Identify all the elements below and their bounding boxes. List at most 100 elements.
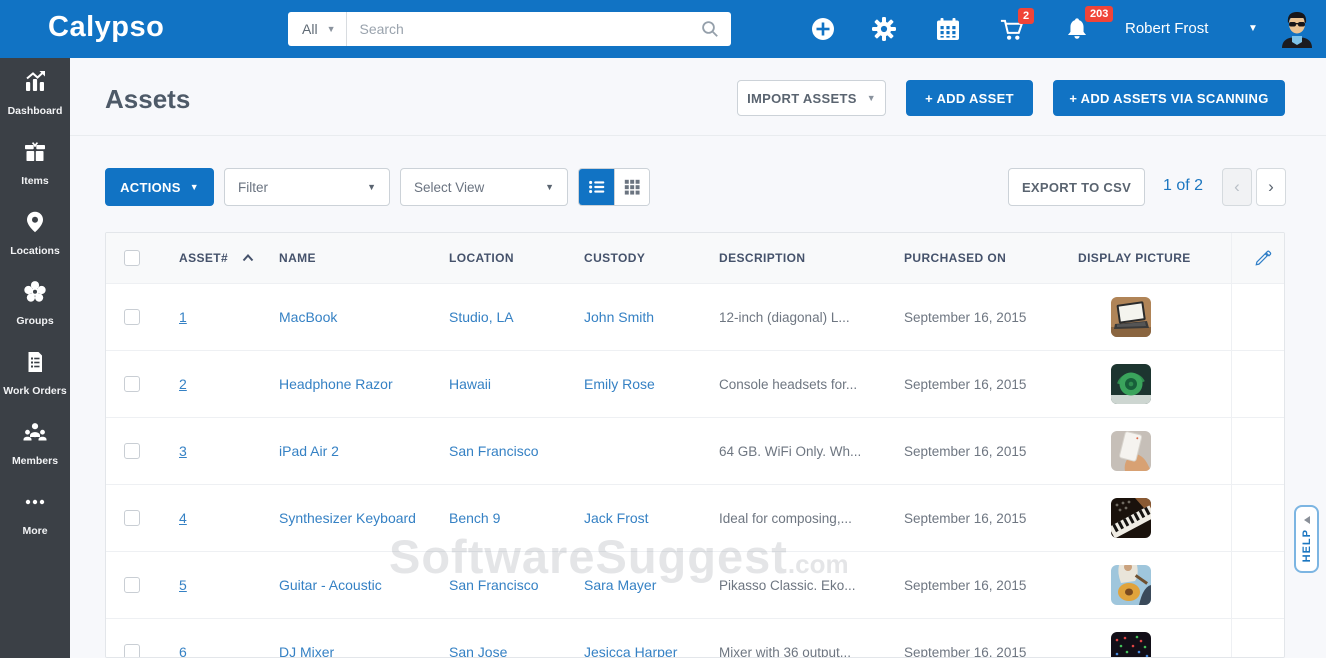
location-link[interactable]: San Francisco xyxy=(449,577,538,593)
import-assets-label: IMPORT ASSETS xyxy=(747,91,857,106)
asset-name-link[interactable]: Synthesizer Keyboard xyxy=(279,510,416,526)
column-header-asset-no[interactable]: ASSET# xyxy=(179,251,228,265)
avatar[interactable] xyxy=(1278,10,1316,48)
asset-no-link[interactable]: 1 xyxy=(179,309,187,325)
cell-checkbox xyxy=(106,376,161,392)
chevron-down-icon: ▼ xyxy=(545,182,554,192)
headphones-photo[interactable] xyxy=(1111,364,1151,404)
custody-link[interactable]: Emily Rose xyxy=(584,376,655,392)
cell-actions-spacer xyxy=(1231,619,1285,658)
cell-location: San Francisco xyxy=(441,577,576,593)
cell-purchased-on: September 16, 2015 xyxy=(896,444,1066,459)
sidebar-item-members[interactable]: Members xyxy=(0,408,70,478)
row-checkbox[interactable] xyxy=(124,443,140,459)
column-header-description[interactable]: DESCRIPTION xyxy=(719,251,805,265)
location-link[interactable]: San Jose xyxy=(449,644,507,658)
sort-asc-icon[interactable] xyxy=(242,249,254,267)
row-checkbox[interactable] xyxy=(124,309,140,325)
asset-no-link[interactable]: 3 xyxy=(179,443,187,459)
column-header-custody[interactable]: CUSTODY xyxy=(584,251,645,265)
location-link[interactable]: Bench 9 xyxy=(449,510,500,526)
guitar-photo[interactable] xyxy=(1111,565,1151,605)
user-menu[interactable]: Robert Frost xyxy=(1125,20,1208,37)
gear-icon[interactable] xyxy=(871,16,897,42)
purchased-on-text: September 16, 2015 xyxy=(904,645,1026,658)
cell-name: Headphone Razor xyxy=(271,376,441,392)
synthesizer-photo[interactable] xyxy=(1111,498,1151,538)
location-link[interactable]: Studio, LA xyxy=(449,309,514,325)
select-view-label: Select View xyxy=(414,180,484,195)
asset-name-link[interactable]: MacBook xyxy=(279,309,337,325)
cell-name: DJ Mixer xyxy=(271,644,441,658)
search-category-dropdown[interactable]: All ▼ xyxy=(288,21,346,37)
cell-checkbox xyxy=(106,309,161,325)
cell-description: Mixer with 36 output... xyxy=(711,645,896,658)
calendar-icon[interactable] xyxy=(935,16,961,42)
list-view-toggle[interactable] xyxy=(579,169,614,205)
search-input[interactable] xyxy=(347,21,701,37)
asset-name-link[interactable]: DJ Mixer xyxy=(279,644,334,658)
custody-link[interactable]: Jack Frost xyxy=(584,510,649,526)
asset-no-link[interactable]: 5 xyxy=(179,577,187,593)
sidebar: DashboardItems Locations GroupsWork Orders… xyxy=(0,58,70,658)
column-header-purchased-on[interactable]: PURCHASED ON xyxy=(904,251,1006,265)
assets-table-body: 1MacBookStudio, LAJohn Smith12-inch (dia… xyxy=(106,283,1284,658)
asset-no-link[interactable]: 4 xyxy=(179,510,187,526)
filter-dropdown[interactable]: Filter ▼ xyxy=(224,168,390,206)
actions-button[interactable]: ACTIONS ▼ xyxy=(105,168,214,206)
cell-actions-spacer xyxy=(1231,351,1285,417)
location-link[interactable]: San Francisco xyxy=(449,443,538,459)
select-view-dropdown[interactable]: Select View ▼ xyxy=(400,168,568,206)
select-all-checkbox[interactable] xyxy=(124,250,140,266)
next-page-button[interactable]: › xyxy=(1256,168,1286,206)
pagination-label: 1 of 2 xyxy=(1163,177,1203,195)
help-tab[interactable]: HELP xyxy=(1294,505,1319,573)
search-icon[interactable] xyxy=(701,20,719,38)
add-assets-via-scanning-button[interactable]: + ADD ASSETS VIA SCANNING xyxy=(1053,80,1285,116)
column-header-display-picture[interactable]: DISPLAY PICTURE xyxy=(1078,251,1191,265)
custody-link[interactable]: John Smith xyxy=(584,309,654,325)
asset-name-link[interactable]: Guitar - Acoustic xyxy=(279,577,382,593)
edit-columns-icon[interactable] xyxy=(1231,233,1285,283)
cell-display-picture xyxy=(1066,498,1231,538)
export-to-csv-button[interactable]: EXPORT TO CSV xyxy=(1008,168,1145,206)
sidebar-item-work-orders[interactable]: Work Orders xyxy=(0,338,70,408)
custody-link[interactable]: Sara Mayer xyxy=(584,577,656,593)
dashboard-icon xyxy=(23,70,47,99)
grid-view-toggle[interactable] xyxy=(614,169,649,205)
row-checkbox[interactable] xyxy=(124,376,140,392)
sidebar-item-more[interactable]: More xyxy=(0,478,70,548)
row-checkbox[interactable] xyxy=(124,644,140,658)
chevron-down-icon[interactable]: ▼ xyxy=(1248,23,1258,34)
asset-name-link[interactable]: Headphone Razor xyxy=(279,376,393,392)
djmixer-photo[interactable] xyxy=(1111,632,1151,658)
cell-actions-spacer xyxy=(1231,284,1285,350)
sidebar-item-dashboard[interactable]: Dashboard xyxy=(0,58,70,128)
app-logo[interactable]: Calypso xyxy=(48,11,164,44)
column-header-name[interactable]: NAME xyxy=(279,251,316,265)
sidebar-item-groups[interactable]: Groups xyxy=(0,268,70,338)
column-header-location[interactable]: LOCATION xyxy=(449,251,514,265)
custody-link[interactable]: Jesicca Harper xyxy=(584,644,677,658)
add-asset-button[interactable]: + ADD ASSET xyxy=(906,80,1033,116)
asset-no-link[interactable]: 2 xyxy=(179,376,187,392)
sidebar-item-items[interactable]: Items xyxy=(0,128,70,198)
cell-asset-no: 5 xyxy=(161,577,271,593)
previous-page-button[interactable]: ‹ xyxy=(1222,168,1252,206)
asset-no-link[interactable]: 6 xyxy=(179,644,187,658)
ipad-photo[interactable] xyxy=(1111,431,1151,471)
row-checkbox[interactable] xyxy=(124,510,140,526)
import-assets-button[interactable]: IMPORT ASSETS ▼ xyxy=(737,80,886,116)
row-checkbox[interactable] xyxy=(124,577,140,593)
location-link[interactable]: Hawaii xyxy=(449,376,491,392)
description-text: Mixer with 36 output... xyxy=(719,645,851,658)
table-row: 2Headphone RazorHawaiiEmily RoseConsole … xyxy=(106,350,1284,417)
asset-name-link[interactable]: iPad Air 2 xyxy=(279,443,339,459)
cell-custody: Jesicca Harper xyxy=(576,644,711,658)
sidebar-item-label: Locations xyxy=(10,245,60,257)
sidebar-item-locations[interactable]: Locations xyxy=(0,198,70,268)
cart-badge: 2 xyxy=(1018,8,1034,24)
macbook-photo[interactable] xyxy=(1111,297,1151,337)
table-row: 3iPad Air 2San Francisco64 GB. WiFi Only… xyxy=(106,417,1284,484)
plus-icon[interactable] xyxy=(810,16,836,42)
